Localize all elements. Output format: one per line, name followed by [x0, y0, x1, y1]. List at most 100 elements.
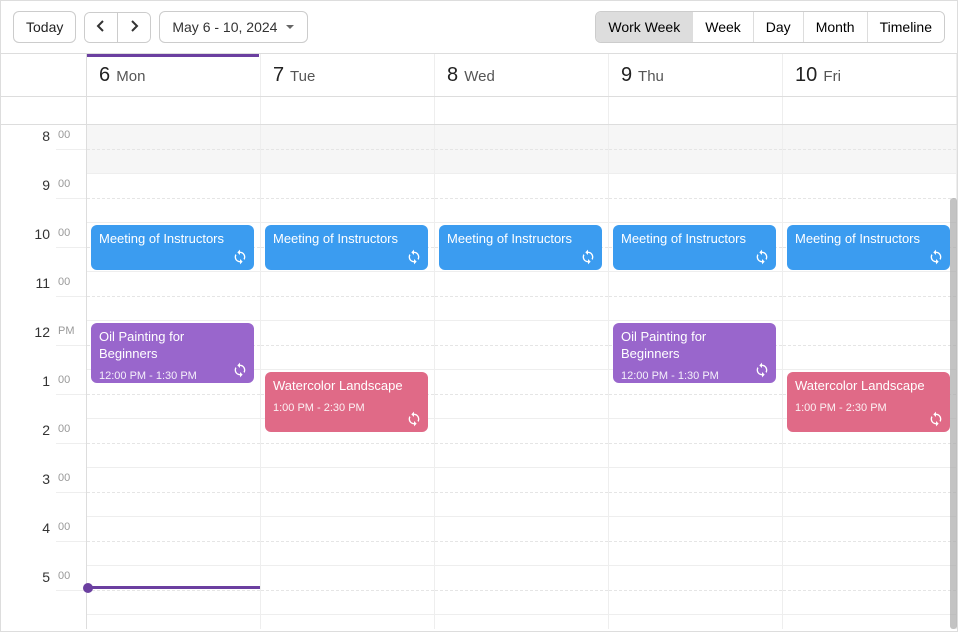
time-slot[interactable]	[783, 125, 956, 174]
time-slot[interactable]	[783, 321, 956, 370]
day-header[interactable]: 9 Thu	[609, 54, 783, 96]
time-slot[interactable]	[435, 174, 608, 223]
time-slot[interactable]	[783, 468, 956, 517]
time-slot[interactable]	[435, 468, 608, 517]
all-day-gutter	[1, 97, 87, 124]
view-week[interactable]: Week	[692, 12, 753, 42]
scrollbar[interactable]	[950, 198, 957, 629]
time-slot[interactable]	[783, 517, 956, 566]
day-header[interactable]: 10 Fri	[783, 54, 957, 96]
calendar-event[interactable]: Oil Painting for Beginners 12:00 PM - 1:3…	[91, 323, 254, 383]
hour-label: 1100	[1, 272, 86, 321]
time-slot[interactable]	[261, 174, 434, 223]
hour-label: 200	[1, 419, 86, 468]
time-slot[interactable]	[609, 419, 782, 468]
time-slot[interactable]	[609, 125, 782, 174]
view-day[interactable]: Day	[753, 12, 803, 42]
all-day-cell[interactable]	[435, 97, 609, 124]
time-slot[interactable]	[435, 321, 608, 370]
recurring-icon	[406, 249, 422, 265]
hour-label: 400	[1, 517, 86, 566]
time-slot[interactable]	[609, 517, 782, 566]
calendar-event[interactable]: Watercolor Landscape1:00 PM - 2:30 PM	[265, 372, 428, 432]
hour-label: 300	[1, 468, 86, 517]
time-column-header	[1, 54, 87, 96]
calendar-event[interactable]: Meeting of Instructors	[613, 225, 776, 270]
all-day-cell[interactable]	[261, 97, 435, 124]
day-number: 9	[621, 64, 632, 86]
time-slot[interactable]	[87, 566, 260, 615]
time-slot[interactable]	[609, 566, 782, 615]
time-slot[interactable]	[435, 517, 608, 566]
time-slot[interactable]	[609, 174, 782, 223]
time-slot[interactable]	[783, 174, 956, 223]
time-slot[interactable]	[87, 419, 260, 468]
day-header[interactable]: 6 Mon	[87, 54, 261, 96]
time-slot[interactable]	[435, 125, 608, 174]
all-day-cell[interactable]	[87, 97, 261, 124]
time-slot[interactable]	[783, 566, 956, 615]
recurring-icon	[580, 249, 596, 265]
calendar-event[interactable]: Oil Painting for Beginners 12:00 PM - 1:3…	[613, 323, 776, 383]
day-header[interactable]: 8 Wed	[435, 54, 609, 96]
prev-button[interactable]	[85, 13, 117, 42]
time-slot[interactable]	[609, 468, 782, 517]
calendar-event[interactable]: Watercolor Landscape 1:00 PM - 2:30 PM	[787, 372, 950, 432]
day-header-row: 6 Mon7 Tue8 Wed9 Thu10 Fri	[1, 53, 957, 97]
time-slot[interactable]	[261, 517, 434, 566]
next-button[interactable]	[117, 13, 150, 42]
calendar-event[interactable]: Meeting of Instructors	[91, 225, 254, 270]
view-work-week[interactable]: Work Week	[596, 12, 692, 42]
toolbar: Today May 6 - 10, 2024 Work WeekWeekDayM…	[1, 1, 957, 53]
event-title: Oil Painting for Beginners	[621, 329, 768, 363]
time-slot[interactable]	[261, 272, 434, 321]
day-of-week: Mon	[116, 68, 145, 85]
event-title: Meeting of Instructors	[795, 231, 942, 248]
time-slot[interactable]	[435, 566, 608, 615]
time-slot[interactable]	[261, 321, 434, 370]
view-timeline[interactable]: Timeline	[867, 12, 944, 42]
time-slot[interactable]	[435, 370, 608, 419]
time-slot[interactable]	[435, 272, 608, 321]
recurring-icon	[754, 249, 770, 265]
day-of-week: Thu	[638, 68, 664, 85]
time-slot[interactable]	[261, 125, 434, 174]
calendar-body: 8009001000110012PM100200300400500 Meetin…	[1, 125, 957, 629]
event-time: 12:00 PM - 1:30 PM	[621, 370, 719, 382]
event-title: Watercolor Landscape	[795, 378, 942, 395]
time-slot[interactable]	[261, 566, 434, 615]
calendar-event[interactable]: Meeting of Instructors	[439, 225, 602, 270]
time-slot[interactable]	[87, 272, 260, 321]
time-slot[interactable]	[609, 272, 782, 321]
hour-label: 800	[1, 125, 86, 174]
time-slot[interactable]	[87, 174, 260, 223]
day-column: Meeting of Instructors	[435, 125, 609, 629]
recurring-icon	[928, 411, 944, 427]
day-column: Meeting of Instructors Watercolor Landsca…	[261, 125, 435, 629]
today-button[interactable]: Today	[13, 11, 76, 43]
day-column: Meeting of Instructors Watercolor Landsca…	[783, 125, 957, 629]
event-time: 12:00 PM - 1:30 PM	[99, 370, 197, 382]
calendar-event[interactable]: Meeting of Instructors	[265, 225, 428, 270]
time-slot[interactable]	[87, 468, 260, 517]
event-time: 1:00 PM - 2:30 PM	[273, 402, 365, 414]
event-time: 1:00 PM - 2:30 PM	[795, 402, 887, 414]
time-slot[interactable]	[87, 517, 260, 566]
view-month[interactable]: Month	[803, 12, 867, 42]
today-indicator-strip	[87, 54, 259, 57]
calendar-event[interactable]: Meeting of Instructors	[787, 225, 950, 270]
date-range-picker[interactable]: May 6 - 10, 2024	[159, 11, 308, 43]
event-title: Oil Painting for Beginners	[99, 329, 246, 363]
time-slot[interactable]	[261, 468, 434, 517]
all-day-cell[interactable]	[609, 97, 783, 124]
hour-label: 100	[1, 370, 86, 419]
day-header[interactable]: 7 Tue	[261, 54, 435, 96]
day-number: 8	[447, 64, 458, 86]
time-slot[interactable]	[87, 125, 260, 174]
event-title: Meeting of Instructors	[99, 231, 246, 248]
time-slot[interactable]	[435, 419, 608, 468]
all-day-cell[interactable]	[783, 97, 957, 124]
time-slot[interactable]	[783, 272, 956, 321]
day-column: Meeting of Instructors Oil Painting for B…	[609, 125, 783, 629]
recurring-icon	[754, 362, 770, 378]
